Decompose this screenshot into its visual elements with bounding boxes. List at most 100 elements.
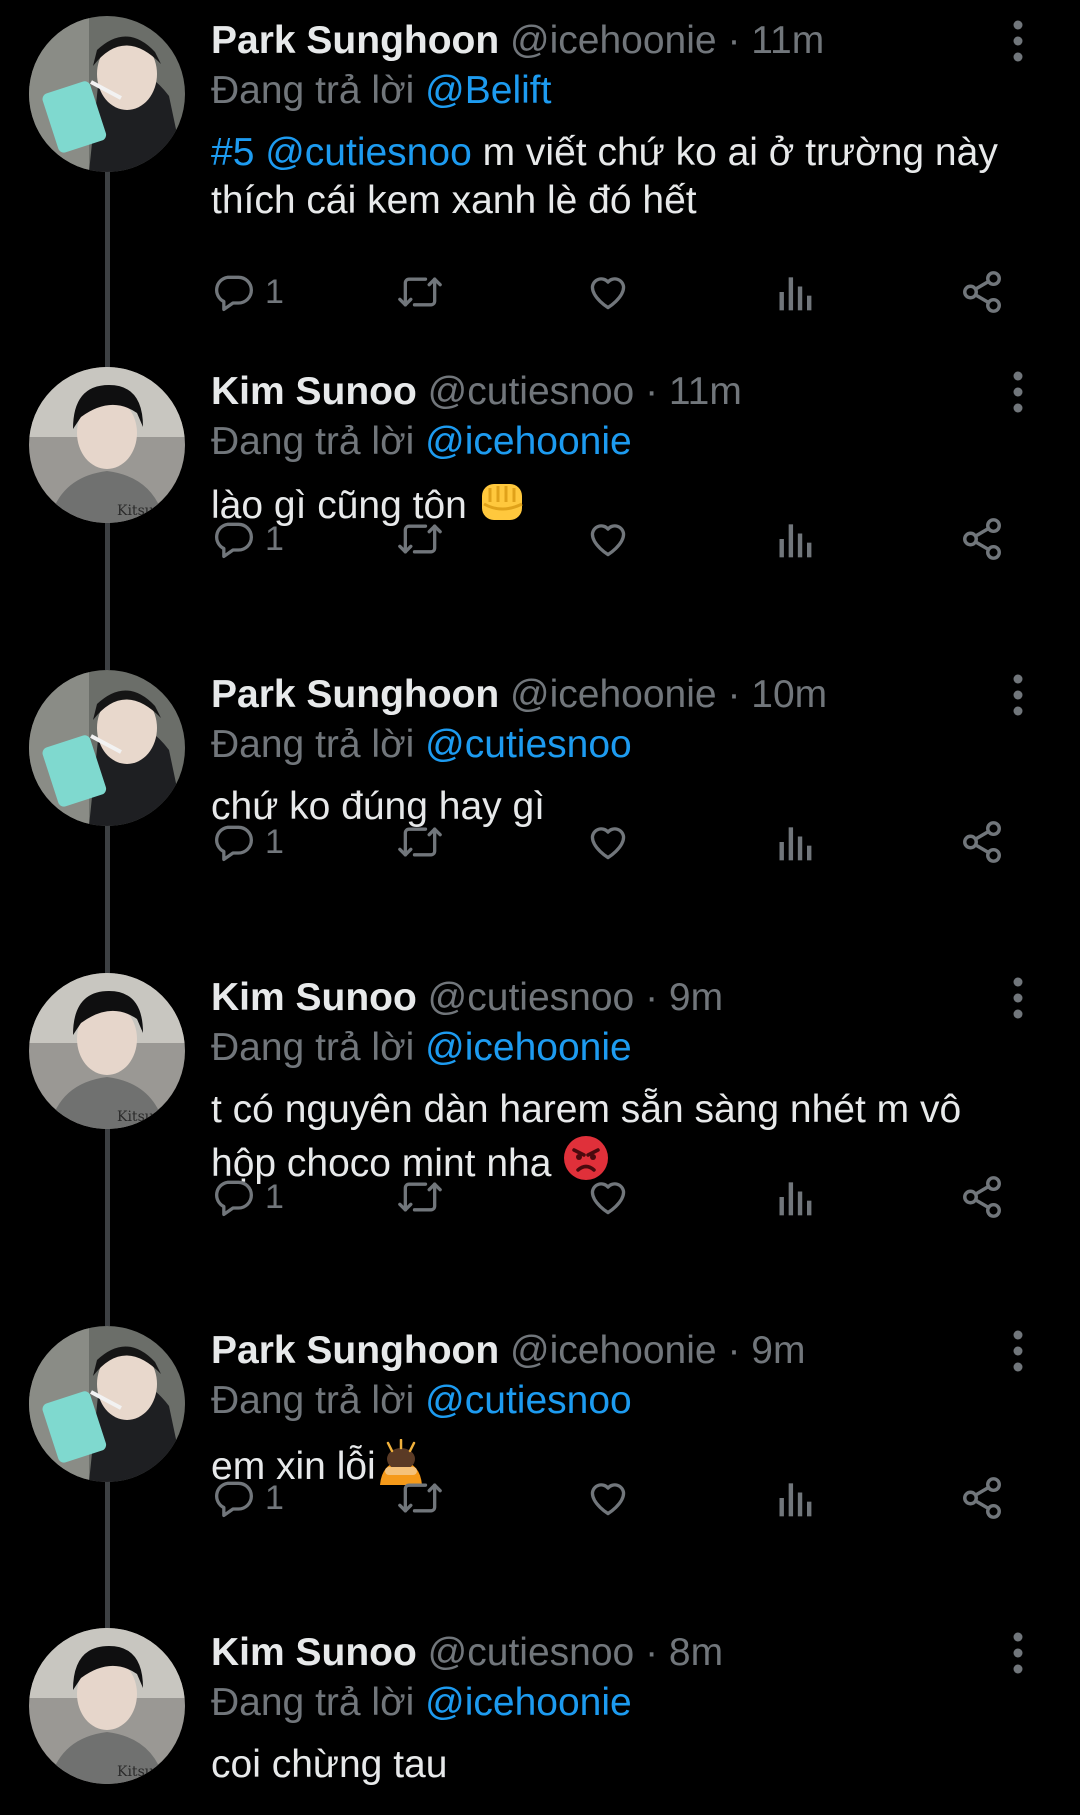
author-handle[interactable]: @cutiesnoo [428,976,635,1019]
tweet-time[interactable]: · 10m [727,673,827,716]
share-button[interactable] [959,264,1005,320]
replying-to: Đang trả lời @cutiesnoo [211,1378,632,1424]
retweet-button[interactable] [396,264,444,320]
reply-count: 1 [265,822,284,861]
share-icon [959,819,1005,865]
retweet-icon [396,1476,444,1520]
replying-label: Đang trả lời [211,420,415,463]
svg-text:Kitsune: Kitsune [117,1109,171,1125]
tweet-header: Park Sunghoon @icehoonie · 9m [211,1328,805,1374]
retweet-button[interactable] [396,1169,444,1225]
retweet-icon [396,270,444,314]
analytics-button[interactable] [776,511,816,567]
retweet-button[interactable] [396,814,444,870]
analytics-icon [776,1476,816,1520]
author-name[interactable]: Park Sunghoon [211,673,499,716]
replying-label: Đang trả lời [211,1026,415,1069]
more-options-icon[interactable] [1006,1326,1030,1376]
replying-to: Đang trả lời @Belift [211,68,551,114]
reply-count: 1 [265,1478,284,1517]
replying-mention[interactable]: @icehoonie [425,1026,632,1069]
like-button[interactable] [585,1470,631,1526]
reply-count: 1 [265,1177,284,1216]
author-handle[interactable]: @icehoonie [510,1329,717,1372]
share-button[interactable] [959,511,1005,567]
like-button[interactable] [585,264,631,320]
replying-label: Đang trả lời [211,723,415,766]
tweet-text: coi chừng tau [211,1741,1031,1789]
sunghoon-avatar[interactable] [29,1326,185,1482]
analytics-button[interactable] [776,1470,816,1526]
author-name[interactable]: Park Sunghoon [211,19,499,62]
reply-count: 1 [265,272,284,311]
analytics-icon [776,1175,816,1219]
sunghoon-avatar[interactable] [29,16,185,172]
analytics-button[interactable] [776,1169,816,1225]
replying-mention[interactable]: @cutiesnoo [425,723,632,766]
tweet-text: #5 @cutiesnoo m viết chứ ko ai ở trường … [211,129,1031,225]
author-name[interactable]: Kim Sunoo [211,1631,417,1674]
replying-mention[interactable]: @Belift [425,69,551,112]
author-handle[interactable]: @icehoonie [510,19,717,62]
retweet-button[interactable] [396,511,444,567]
author-handle[interactable]: @cutiesnoo [428,370,635,413]
tweet-time[interactable]: · 9m [645,976,723,1019]
tweet-time[interactable]: · 11m [645,370,742,413]
analytics-button[interactable] [776,264,816,320]
tweet-header: Kim Sunoo @cutiesnoo · 9m [211,975,723,1021]
more-options-icon[interactable] [1006,1628,1030,1678]
share-button[interactable] [959,814,1005,870]
sunghoon-avatar[interactable] [29,670,185,826]
svg-text:Kitsune: Kitsune [117,503,171,519]
retweet-button[interactable] [396,1470,444,1526]
more-options-icon[interactable] [1006,16,1030,66]
like-button[interactable] [585,1169,631,1225]
body-mentions[interactable]: #5 @cutiesnoo [211,131,472,174]
share-button[interactable] [959,1470,1005,1526]
thread-line [105,1128,110,1326]
reply-button[interactable]: 1 [211,1470,284,1526]
reply-button[interactable]: 1 [211,1169,284,1225]
tweet-time[interactable]: · 8m [645,1631,723,1674]
action-bar: 1 [211,1470,1011,1526]
reply-button[interactable]: 1 [211,264,284,320]
retweet-icon [396,1175,444,1219]
author-handle[interactable]: @icehoonie [510,673,717,716]
replying-label: Đang trả lời [211,1681,415,1724]
more-options-icon[interactable] [1006,973,1030,1023]
thread-line [105,1480,110,1628]
author-name[interactable]: Kim Sunoo [211,370,417,413]
share-icon [959,1475,1005,1521]
thread-line [105,170,110,370]
replying-mention[interactable]: @cutiesnoo [425,1379,632,1422]
sunoo-avatar[interactable]: Kitsune [29,973,185,1129]
share-button[interactable] [959,1169,1005,1225]
reply-button[interactable]: 1 [211,511,284,567]
share-icon [959,269,1005,315]
reply-button[interactable]: 1 [211,814,284,870]
sunoo-avatar[interactable]: Kitsune [29,1628,185,1784]
more-options-icon[interactable] [1006,670,1030,720]
like-button[interactable] [585,511,631,567]
svg-text:Kitsune: Kitsune [117,1764,171,1780]
author-name[interactable]: Park Sunghoon [211,1329,499,1372]
replying-mention[interactable]: @icehoonie [425,420,632,463]
analytics-button[interactable] [776,814,816,870]
reply-icon [211,1476,255,1520]
replying-mention[interactable]: @icehoonie [425,1681,632,1724]
author-name[interactable]: Kim Sunoo [211,976,417,1019]
tweet-time[interactable]: · 9m [727,1329,805,1372]
sunoo-avatar[interactable]: Kitsune [29,367,185,523]
like-button[interactable] [585,814,631,870]
more-options-icon[interactable] [1006,367,1030,417]
share-icon [959,516,1005,562]
heart-icon [585,517,631,561]
action-bar: 1 [211,511,1011,567]
replying-to: Đang trả lời @icehoonie [211,1680,632,1726]
retweet-icon [396,820,444,864]
tweet-time[interactable]: · 11m [727,19,824,62]
tweet-header: Kim Sunoo @cutiesnoo · 11m [211,369,742,415]
replying-label: Đang trả lời [211,69,415,112]
author-handle[interactable]: @cutiesnoo [428,1631,635,1674]
reply-icon [211,270,255,314]
